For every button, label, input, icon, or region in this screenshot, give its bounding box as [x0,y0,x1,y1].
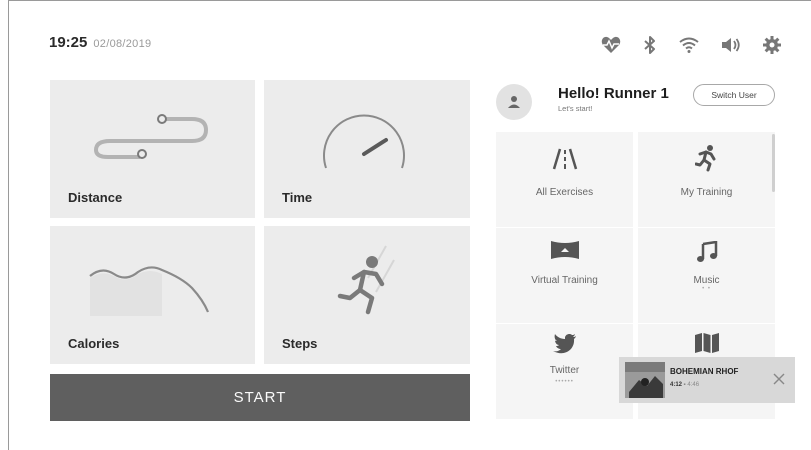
scrollbar[interactable] [772,134,775,192]
song-position: 4:12 [670,382,683,388]
bluetooth-icon[interactable] [643,36,657,54]
tile-label: Distance [68,190,123,205]
running-person-icon [694,145,715,172]
switch-user-button[interactable]: Switch User [693,84,775,106]
tile-label: Time [282,190,313,205]
start-button[interactable]: START [50,374,470,421]
tile-distance[interactable]: Distance [50,80,255,218]
route-icon [93,114,209,159]
music-note-icon [696,241,717,262]
song-progress: 4:12 - 4:46 [670,382,700,388]
runner-icon [337,245,395,315]
app-my-training[interactable]: My Training [638,132,775,227]
song-title: BOHEMIAN RHOF [670,367,739,376]
greeting-subtitle: Let's start! [558,104,593,113]
app-virtual-training[interactable]: Virtual Training [496,228,633,323]
app-label: My Training [680,187,733,198]
status-bar: 19:25 02/08/2019 [49,34,151,51]
clock-time: 19:25 [49,34,88,51]
greeting: Hello! Runner 1 [558,85,669,102]
app-all-exercises[interactable]: All Exercises [496,132,633,227]
heart-rate-icon[interactable] [601,36,621,54]
wave-icon [89,266,210,316]
user-profile: Hello! Runner 1 Let's start! Switch User [496,80,786,126]
speedometer-icon [323,114,405,169]
app-label: Twitter [549,365,580,376]
song-duration: 4:46 [687,382,700,388]
app-label: Virtual Training [531,275,598,286]
close-icon[interactable] [771,371,787,387]
tile-time[interactable]: Time [264,80,470,218]
system-tray [601,36,781,54]
album-art [625,362,665,398]
tile-label: Calories [68,336,120,351]
avatar[interactable] [496,84,532,120]
map-icon [694,333,719,353]
page-dots: • • [702,286,711,292]
app-label: All Exercises [535,187,594,198]
tile-calories[interactable]: Calories [50,226,255,364]
page-dots: •••••• [555,379,574,385]
user-icon [508,96,520,108]
tile-label: Steps [282,336,318,351]
settings-gear-icon[interactable] [763,36,781,54]
wifi-icon[interactable] [679,37,699,53]
twitter-bird-icon [552,334,576,354]
volume-icon[interactable] [721,37,741,53]
app-twitter[interactable]: Twitter •••••• [496,324,633,419]
app-music[interactable]: Music • • [638,228,775,323]
panorama-icon [550,241,579,259]
tile-steps[interactable]: Steps [264,226,470,364]
road-icon [552,148,577,170]
now-playing-popup[interactable]: BOHEMIAN RHOF 4:12 - 4:46 [619,357,795,403]
clock-date: 02/08/2019 [93,38,152,50]
app-label: Music [693,275,720,286]
